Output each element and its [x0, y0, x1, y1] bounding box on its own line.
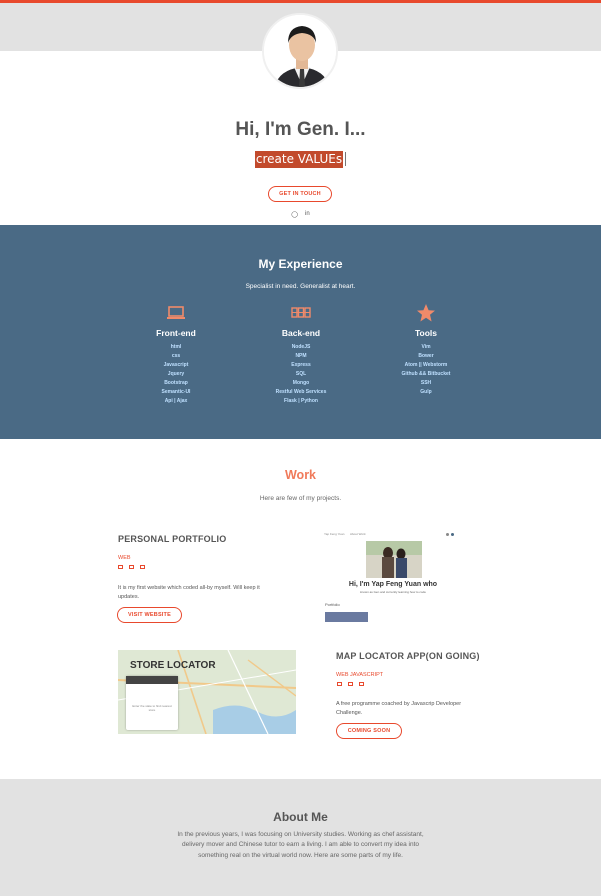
screenshot-nav-dot	[446, 533, 449, 536]
hero-title: Hi, I'm Gen. I...	[235, 119, 366, 140]
skill-item: html	[170, 344, 182, 350]
store-locator-card-text: Enter the state to find nearest store	[132, 704, 172, 712]
experience-column-frontend: Front-end html css Javascript Jquery Boo…	[116, 303, 236, 406]
screenshot-heading: Hi, I'm Yap Feng Yuan who	[348, 581, 438, 588]
tech-icon	[118, 565, 123, 569]
experience-subtitle: Specialist in need. Generalist at heart.	[245, 283, 356, 290]
skill-item: SSH	[420, 380, 432, 386]
skill-item: Api | Ajax	[164, 398, 188, 404]
skill-item: NodeJS	[291, 344, 311, 350]
tech-icon	[348, 682, 353, 686]
column-heading: Back-end	[281, 328, 321, 338]
skill-item: Gulp	[420, 389, 432, 395]
skill-item: Vim	[421, 344, 431, 350]
skill-item: SQL	[295, 371, 307, 377]
about-section: About Me In the previous years, I was fo…	[0, 779, 601, 896]
store-locator-title: STORE LOCATOR	[130, 660, 216, 671]
experience-section: My Experience Specialist in need. Genera…	[0, 225, 601, 439]
social-links: ◯ in	[0, 211, 601, 218]
profile-avatar	[262, 13, 338, 89]
about-text: In the previous years, I was focusing on…	[177, 831, 424, 859]
hero-typed-line: create VALUEs	[0, 150, 601, 168]
linkedin-icon[interactable]: in	[305, 211, 310, 218]
screenshot-subheading: known as Gen and currently learning how …	[360, 590, 426, 594]
project-tech-icons	[118, 565, 145, 569]
skill-item: Atom || Webstorm	[404, 362, 448, 368]
skill-item: Bootstrap	[164, 380, 188, 386]
about-title: About Me	[273, 810, 328, 824]
project-description: A free programme coached by Javascrip De…	[336, 701, 462, 716]
typing-cursor	[345, 151, 347, 166]
tech-icon	[129, 565, 134, 569]
screenshot-nav-dot	[451, 533, 454, 536]
skill-item: Restful Web Services	[275, 389, 327, 395]
server-icon	[241, 303, 361, 323]
screenshot-section-label: Portfolio	[325, 602, 340, 607]
experience-column-backend: Back-end NodeJS NPM Express SQL Mongo Re…	[241, 303, 361, 406]
skill-item: Github && Bitbucket	[401, 371, 451, 377]
tech-icon	[359, 682, 364, 686]
skill-item: Mongo	[292, 380, 310, 386]
tech-icon	[140, 565, 145, 569]
star-icon	[366, 303, 486, 323]
work-subtitle: Here are few of my projects.	[259, 495, 342, 502]
project-name: MAP LOCATOR APP(ON GOING)	[336, 651, 480, 661]
project-tag: WEB JAVASCRIPT	[336, 672, 384, 678]
store-locator-search-bar	[126, 676, 178, 684]
screenshot-nav-left: Yap Feng Yuan	[324, 532, 345, 536]
screenshot-nav-mid: About Work	[350, 532, 366, 536]
skill-item: Jquery	[167, 371, 185, 377]
project-description: It is my first website which coded all-b…	[118, 585, 260, 600]
experience-column-tools: Tools Vim Bower Atom || Webstorm Github …	[366, 303, 486, 397]
skill-item: Semantic-UI	[161, 389, 191, 395]
skill-item: Flask | Python	[284, 398, 318, 404]
visit-website-button[interactable]: VISIT WEBSITE	[117, 607, 182, 623]
coming-soon-button[interactable]: COMING SOON	[336, 723, 402, 739]
screenshot-photo	[366, 541, 422, 578]
get-in-touch-button[interactable]: GET IN TOUCH	[268, 186, 332, 202]
project-tag: WEB	[118, 555, 131, 561]
typed-text: create VALUEs	[254, 151, 344, 168]
skill-item: Javascript	[163, 362, 189, 368]
laptop-icon	[116, 303, 236, 323]
skill-item: NPM	[295, 353, 307, 359]
screenshot-thumb	[325, 612, 368, 622]
skill-item: css	[171, 353, 181, 359]
column-heading: Tools	[414, 328, 438, 338]
project-tech-icons	[337, 682, 364, 686]
experience-title: My Experience	[258, 257, 343, 271]
work-title: Work	[284, 468, 317, 482]
skill-item: Express	[291, 362, 311, 368]
portfolio-screenshot[interactable]: Yap Feng Yuan About Work Hi, I'm Yap Fen…	[322, 528, 464, 622]
skill-item: Bower	[418, 353, 434, 359]
map-locator-screenshot[interactable]: STORE LOCATOR Enter the state to find ne…	[118, 650, 296, 734]
github-icon[interactable]: ◯	[291, 211, 298, 218]
project-name: PERSONAL PORTFOLIO	[118, 534, 227, 544]
tech-icon	[337, 682, 342, 686]
column-heading: Front-end	[156, 328, 196, 338]
store-locator-panel: Enter the state to find nearest store	[126, 676, 178, 730]
